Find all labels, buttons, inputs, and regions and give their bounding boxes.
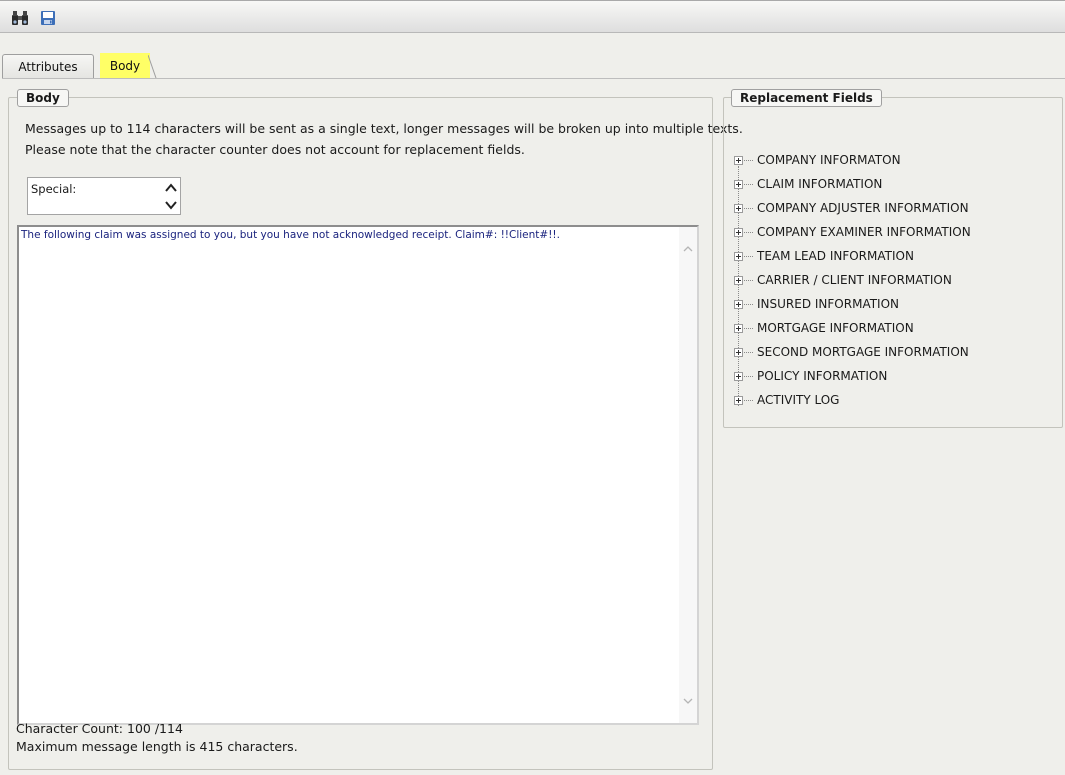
- expand-icon[interactable]: [734, 323, 743, 333]
- spin-up-icon[interactable]: [164, 180, 178, 196]
- expand-icon[interactable]: [734, 371, 743, 381]
- message-body-text: The following claim was assigned to you,…: [21, 229, 560, 241]
- scroll-down-icon[interactable]: [682, 695, 694, 707]
- toolbar: [0, 0, 1065, 33]
- tab-body-edge: [148, 55, 157, 78]
- special-dropdown[interactable]: Special:: [27, 177, 181, 215]
- tab-body[interactable]: Body: [100, 53, 150, 78]
- expand-icon[interactable]: [734, 395, 743, 405]
- expand-icon[interactable]: [734, 251, 743, 261]
- tree-item-mortgage-information[interactable]: MORTGAGE INFORMATION: [734, 320, 914, 336]
- tree-item-insured-information[interactable]: INSURED INFORMATION: [734, 296, 899, 312]
- expand-icon[interactable]: [734, 347, 743, 357]
- tree-item-team-lead-information[interactable]: TEAM LEAD INFORMATION: [734, 248, 914, 264]
- expand-icon[interactable]: [734, 275, 743, 285]
- binoculars-icon[interactable]: [11, 9, 29, 27]
- tree-item-activity-log[interactable]: ACTIVITY LOG: [734, 392, 839, 408]
- info-line-single-text: Messages up to 114 characters will be se…: [25, 121, 743, 136]
- message-body-textarea[interactable]: The following claim was assigned to you,…: [17, 225, 699, 725]
- spin-down-icon[interactable]: [164, 197, 178, 213]
- expand-icon[interactable]: [734, 179, 743, 189]
- expand-icon[interactable]: [734, 155, 743, 165]
- tree-item-carrier-client-information[interactable]: CARRIER / CLIENT INFORMATION: [734, 272, 952, 288]
- replacement-fields-legend: Replacement Fields: [731, 89, 882, 107]
- body-group: Body Messages up to 114 characters will …: [8, 89, 743, 770]
- tab-divider: [2, 78, 1065, 79]
- max-length-note: Maximum message length is 415 characters…: [16, 739, 298, 754]
- tree-item-policy-information[interactable]: POLICY INFORMATION: [734, 368, 887, 384]
- tree-item-company-adjuster-information[interactable]: COMPANY ADJUSTER INFORMATION: [734, 200, 969, 216]
- body-group-legend: Body: [17, 89, 69, 107]
- special-label: Special:: [31, 182, 77, 196]
- save-icon[interactable]: [39, 9, 57, 27]
- tab-attributes[interactable]: Attributes: [2, 54, 94, 78]
- expand-icon[interactable]: [734, 299, 743, 309]
- scroll-up-icon[interactable]: [682, 243, 694, 255]
- tree-item-company-informaton[interactable]: COMPANY INFORMATON: [734, 152, 901, 168]
- expand-icon[interactable]: [734, 227, 743, 237]
- character-count: Character Count: 100 /114: [16, 721, 183, 736]
- replacement-fields-group: Replacement Fields COMPANY INFORMATON CL…: [723, 89, 1063, 428]
- tree-item-second-mortgage-information[interactable]: SECOND MORTGAGE INFORMATION: [734, 344, 969, 360]
- tab-body-label: Body: [109, 58, 141, 73]
- editor-scrollbar[interactable]: [679, 227, 697, 723]
- expand-icon[interactable]: [734, 203, 743, 213]
- tree-item-company-examiner-information[interactable]: COMPANY EXAMINER INFORMATION: [734, 224, 971, 240]
- tree-item-claim-information[interactable]: CLAIM INFORMATION: [734, 176, 882, 192]
- info-line-replacement-note: Please note that the character counter d…: [25, 142, 525, 157]
- tab-attributes-label: Attributes: [18, 59, 78, 74]
